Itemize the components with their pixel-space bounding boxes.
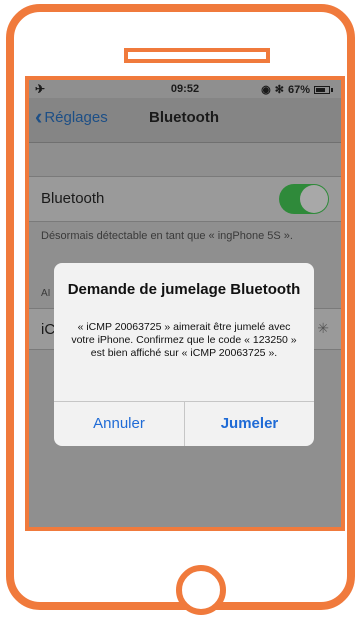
alert-message: « iCMP 20063725 » aimerait être jumelé a…	[71, 321, 297, 359]
bluetooth-toggle[interactable]	[279, 184, 329, 214]
discoverable-text: Désormais détectable en tant que « ingPh…	[41, 230, 293, 242]
pairing-alert: Demande de jumelage Bluetooth « iCMP 200…	[54, 263, 314, 446]
pair-button[interactable]: Jumeler	[185, 401, 314, 446]
spinner-icon: ✳	[317, 320, 329, 336]
devices-section-header: AI	[41, 288, 51, 299]
navigation-bar: ‹ Réglages Bluetooth	[29, 98, 341, 143]
bluetooth-label: Bluetooth	[41, 190, 105, 207]
back-label: Réglages	[44, 108, 108, 126]
phone-screen: ✈ 09:52 ◉ ✻ 67% ‹ Réglages Bluetooth Blu…	[25, 76, 345, 531]
bluetooth-row: Bluetooth	[29, 176, 341, 222]
battery-icon	[314, 85, 330, 94]
location-icon: ◉	[261, 84, 271, 96]
cancel-button[interactable]: Annuler	[54, 401, 184, 446]
status-right: ◉ ✻ 67%	[261, 83, 333, 96]
status-bar: ✈ 09:52 ◉ ✻ 67%	[29, 80, 341, 98]
page-title: Bluetooth	[149, 109, 219, 126]
back-button[interactable]: ‹ Réglages	[35, 104, 108, 129]
speaker-slot	[124, 48, 270, 63]
alert-title: Demande de jumelage Bluetooth	[67, 281, 301, 298]
chevron-left-icon: ‹	[35, 104, 43, 129]
battery-percentage: 67%	[287, 83, 310, 96]
home-button[interactable]	[176, 565, 226, 615]
bluetooth-icon: ✻	[274, 84, 284, 96]
